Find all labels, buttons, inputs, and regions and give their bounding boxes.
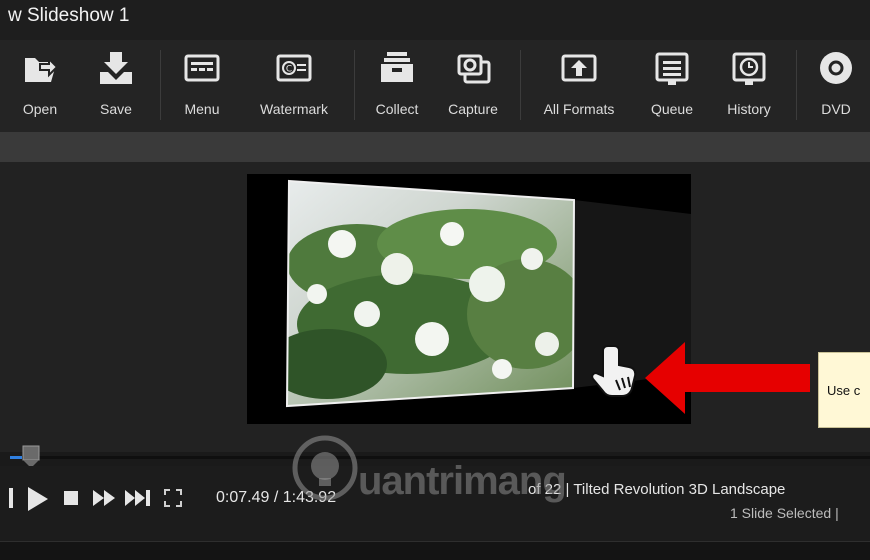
capture-label: Capture — [448, 101, 498, 117]
playback-time: 0:07.49 / 1:43.92 — [216, 489, 337, 506]
save-tray-icon — [100, 52, 132, 84]
window-title: w Slideshow 1 — [8, 5, 130, 26]
queue-label: Queue — [650, 101, 694, 117]
collect-button[interactable]: Collect — [366, 40, 428, 132]
toolbar-divider — [520, 50, 521, 120]
menu-label: Menu — [184, 101, 220, 117]
save-label: Save — [100, 101, 132, 117]
svg-text:C: C — [286, 65, 292, 75]
all-formats-button[interactable]: All Formats — [530, 40, 628, 132]
slide-info: of 22 | Tilted Revolution 3D Landscape — [528, 481, 786, 498]
title-bar: w Slideshow 1 — [0, 0, 870, 40]
open-button[interactable]: Open — [10, 40, 70, 132]
dvd-button[interactable]: DVD — [808, 40, 864, 132]
capture-button[interactable]: Capture — [440, 40, 506, 132]
hand-cursor-icon — [591, 345, 637, 397]
skip-start-icon[interactable] — [7, 486, 15, 510]
stop-button[interactable] — [62, 489, 80, 507]
save-button[interactable]: Save — [86, 40, 146, 132]
watermark-button[interactable]: C Watermark — [248, 40, 340, 132]
dvd-label: DVD — [821, 101, 851, 117]
bottom-bar — [0, 541, 870, 560]
collect-box-icon — [381, 52, 413, 82]
red-arrow-icon — [645, 342, 810, 414]
toolbar: Open Save Menu C Watermark Collect Captu… — [0, 40, 870, 132]
toolbar-divider — [796, 50, 797, 120]
history-clock-icon — [732, 52, 766, 85]
capture-camera-icon — [457, 54, 491, 84]
watermark-text: uantrimang — [358, 459, 567, 503]
fullscreen-icon[interactable] — [164, 489, 182, 507]
collect-label: Collect — [375, 101, 419, 117]
open-folder-icon — [25, 56, 59, 82]
toolbar-divider — [160, 50, 161, 120]
queue-button[interactable]: Queue — [640, 40, 704, 132]
dvd-disc-icon — [820, 52, 852, 84]
menu-button[interactable]: Menu — [172, 40, 232, 132]
skip-end-button[interactable] — [124, 489, 154, 507]
selection-status: 1 Slide Selected | — [730, 505, 839, 521]
export-upload-icon — [561, 54, 597, 82]
timeline-progress — [10, 456, 22, 459]
tooltip: Use c — [818, 352, 870, 428]
toolbar-divider — [354, 50, 355, 120]
menu-screen-icon — [184, 54, 220, 82]
fast-forward-button[interactable] — [92, 489, 118, 507]
play-button[interactable] — [26, 486, 50, 512]
watermark-copyright-icon: C — [276, 54, 312, 82]
history-label: History — [727, 101, 771, 117]
all-formats-label: All Formats — [543, 101, 615, 117]
toolbar-strip — [0, 132, 870, 162]
watermark-label: Watermark — [260, 101, 328, 117]
queue-list-icon — [655, 52, 689, 85]
history-button[interactable]: History — [716, 40, 782, 132]
open-label: Open — [22, 101, 58, 117]
